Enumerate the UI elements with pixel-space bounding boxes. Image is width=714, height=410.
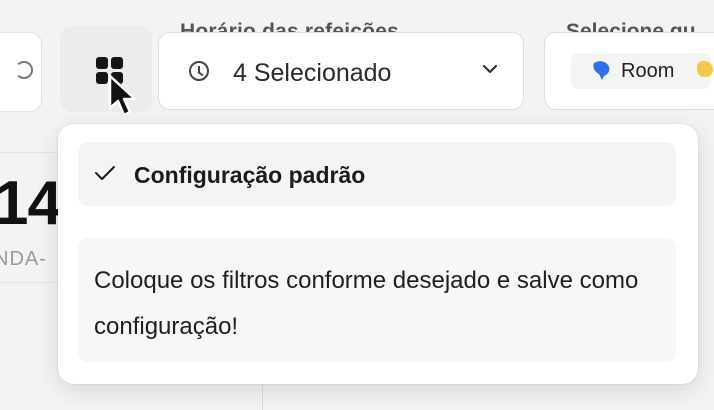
preset-button[interactable] <box>60 26 152 112</box>
stat-number: 14 <box>0 169 62 238</box>
column-divider <box>262 380 263 410</box>
preset-hint-text: Coloque os filtros conforme desejado e s… <box>94 267 639 340</box>
preset-hint: Coloque os filtros conforme desejado e s… <box>78 238 676 362</box>
default-preset-label: Configuração padrão <box>134 162 366 188</box>
preset-grid-icon <box>96 57 123 84</box>
search-input-partial[interactable] <box>0 32 42 112</box>
stat-caption: NDA- <box>0 248 47 270</box>
clock-icon <box>189 61 209 81</box>
room-logo-icon <box>593 61 610 80</box>
emoji-icon <box>697 61 713 77</box>
check-icon <box>95 166 115 180</box>
meal-time-value: 4 Selecionado <box>233 59 392 87</box>
room-chip[interactable]: Room <box>571 53 713 89</box>
preset-dropdown: Configuração padrão Coloque os filtros c… <box>58 124 698 384</box>
default-preset-option[interactable]: Configuração padrão <box>78 142 676 206</box>
chevron-down-icon <box>482 64 498 74</box>
meal-time-select[interactable]: 4 Selecionado <box>158 32 524 110</box>
search-icon <box>15 61 33 79</box>
room-select[interactable]: Room <box>544 32 714 110</box>
room-chip-label: Room <box>621 60 675 82</box>
